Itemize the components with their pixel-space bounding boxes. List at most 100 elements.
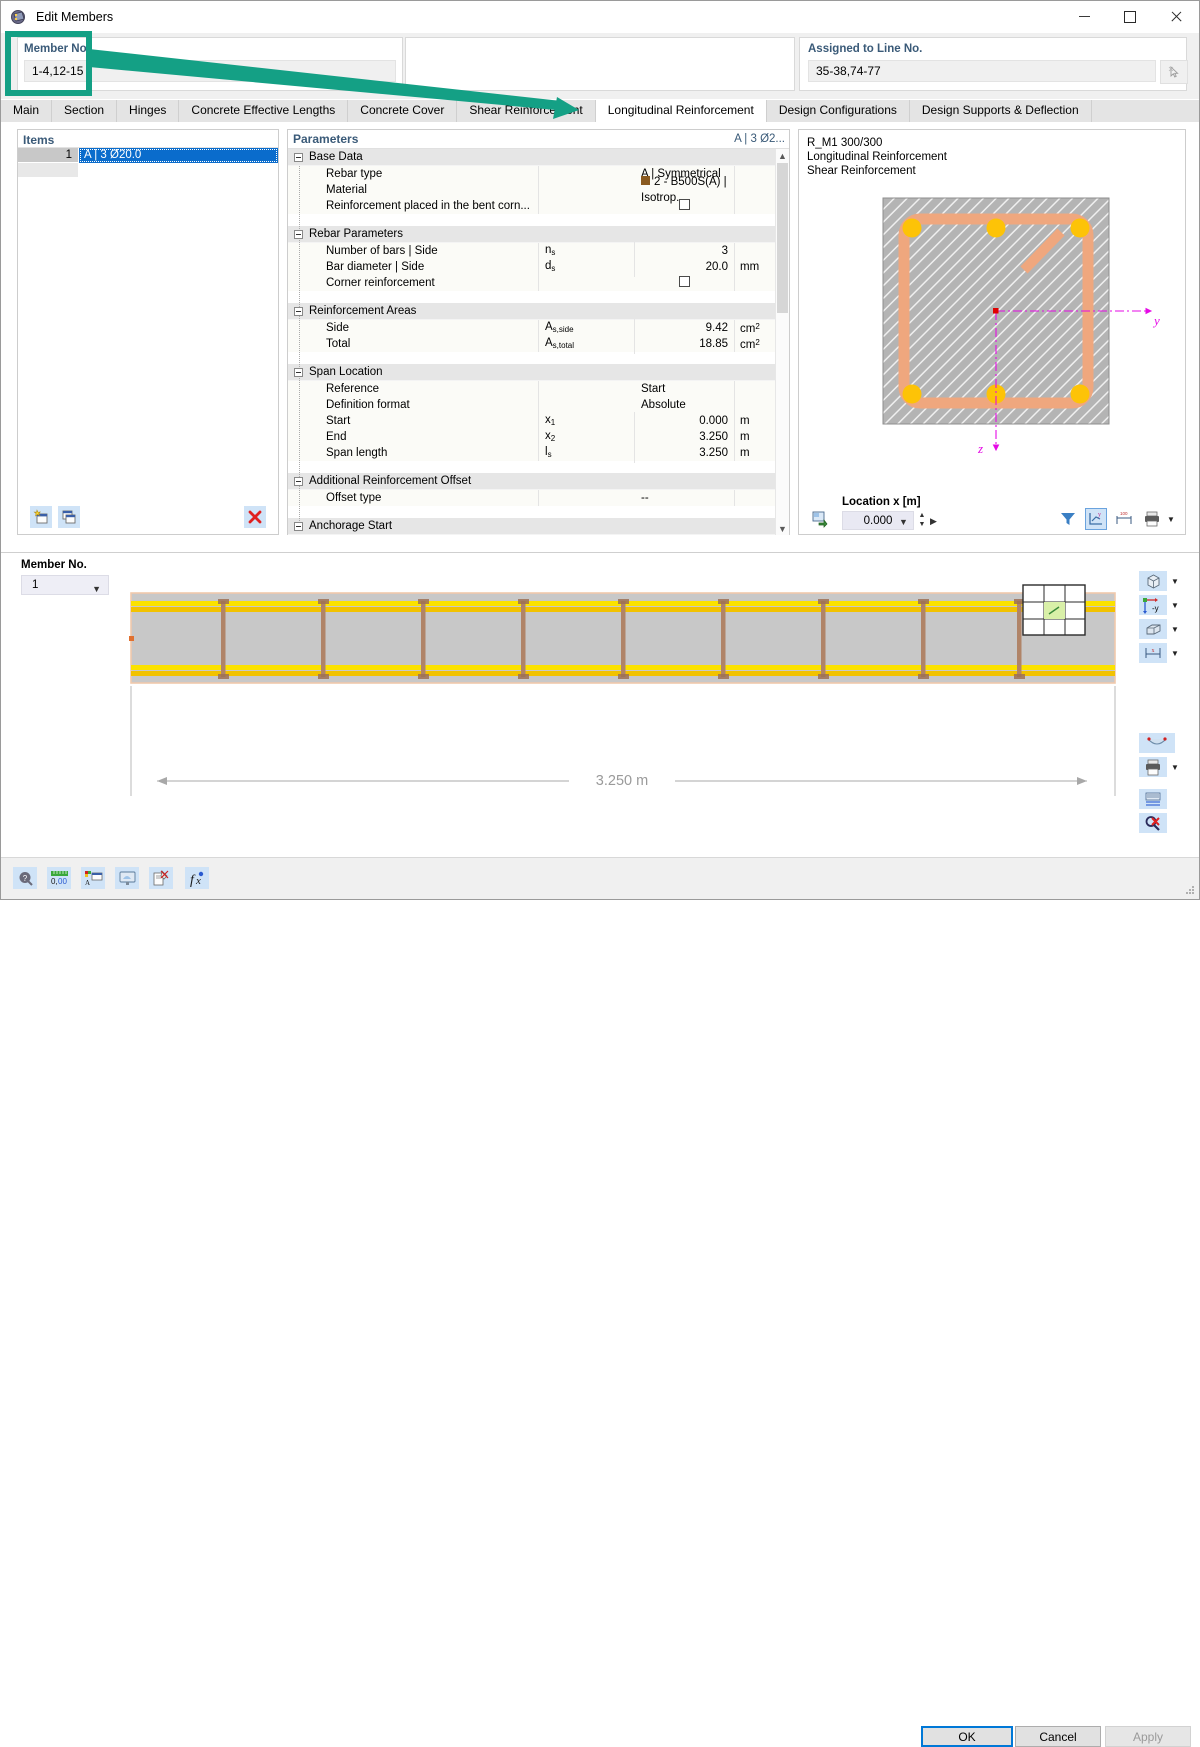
row-symbol: ds [539, 258, 635, 277]
table-row-empty[interactable] [18, 163, 278, 178]
cancel-button[interactable]: Cancel [1015, 1726, 1101, 1747]
tab-concrete-effective-lengths[interactable]: Concrete Effective Lengths [179, 100, 348, 122]
collapse-icon[interactable] [294, 153, 303, 162]
member-3d-viewport[interactable]: 3.250 m [129, 581, 1119, 853]
table-row[interactable]: 1 A | 3 Ø20.0 [18, 148, 278, 163]
help-icon: ? [17, 870, 34, 887]
delete-item-button[interactable] [244, 506, 266, 528]
new-item-icon [33, 509, 49, 525]
units-button[interactable]: 0, 00 [47, 867, 71, 889]
cross-section-canvas[interactable]: y z [799, 178, 1185, 468]
chevron-down-icon[interactable]: ▼ [899, 517, 908, 527]
parameters-title: Parameters [293, 132, 358, 146]
parameters-scrollbar[interactable]: ▲ ▼ [775, 149, 789, 535]
scroll-down-icon[interactable]: ▼ [776, 522, 789, 535]
tab-design-configurations[interactable]: Design Configurations [767, 100, 910, 122]
row-value: Absolute [635, 397, 735, 413]
resize-grip[interactable] [1185, 886, 1195, 896]
assigned-line-field[interactable]: 35-38,74-77 [808, 60, 1156, 82]
group-base-data[interactable]: Base Data [288, 149, 789, 166]
supports-view-button[interactable] [1139, 733, 1175, 753]
row-span-length[interactable]: Span length ls 3.250 m [288, 445, 789, 461]
row-corner-reinforcement[interactable]: Corner reinforcement [288, 275, 789, 291]
member-no-field[interactable]: 1-4,12-15 [24, 60, 396, 82]
maximize-button[interactable] [1107, 1, 1153, 32]
scrollbar-thumb[interactable] [777, 163, 788, 313]
checkbox-corner-reinforcement[interactable] [679, 276, 690, 287]
tab-longitudinal-reinforcement[interactable]: Longitudinal Reinforcement [596, 100, 767, 122]
display-properties-button[interactable]: A [81, 867, 105, 889]
row-offset-type[interactable]: Offset type -- [288, 490, 789, 506]
checkbox-bent-corner[interactable] [679, 199, 690, 210]
item-description-empty [79, 163, 278, 178]
chevron-down-icon[interactable]: ▼ [1167, 577, 1183, 586]
collapse-icon[interactable] [294, 477, 303, 486]
dimensions-button[interactable]: 100 [1113, 508, 1135, 530]
axis-view-button[interactable]: -y [1139, 595, 1167, 615]
comment-button[interactable] [149, 867, 173, 889]
print-button[interactable] [1141, 508, 1163, 530]
tab-hinges[interactable]: Hinges [117, 100, 179, 122]
render-view-button[interactable] [1139, 619, 1167, 639]
scroll-up-icon[interactable]: ▲ [776, 149, 789, 162]
group-rebar-parameters[interactable]: Rebar Parameters [288, 226, 789, 243]
group-label: Reinforcement Areas [309, 305, 416, 317]
svg-text:x: x [1152, 648, 1155, 654]
tab-main[interactable]: Main [1, 100, 52, 122]
svg-text:100: 100 [1120, 511, 1128, 516]
tab-concrete-cover[interactable]: Concrete Cover [348, 100, 457, 122]
print-dropdown-caret[interactable]: ▼ [1165, 508, 1177, 530]
row-area-total[interactable]: Total As,total 18.85 cm2 [288, 336, 789, 352]
isometric-view-button[interactable] [1139, 571, 1167, 591]
location-next-icon[interactable]: ▶ [930, 516, 937, 527]
info-view-button[interactable] [1139, 789, 1167, 809]
group-anchorage-start[interactable]: Anchorage Start [288, 518, 789, 535]
group-span-location[interactable]: Span Location [288, 364, 789, 381]
coordinate-system-button[interactable]: y [1085, 508, 1107, 530]
zoom-reset-button[interactable] [1139, 813, 1167, 833]
dimension-view-button[interactable]: x [1139, 643, 1167, 663]
chevron-down-icon[interactable]: ▼ [1167, 763, 1183, 772]
chevron-down-icon[interactable]: ▼ [1167, 649, 1183, 658]
svg-text:-y: -y [1152, 604, 1159, 613]
render-mode-button[interactable] [809, 508, 831, 530]
row-label: Rebar type [288, 166, 539, 182]
formula-button[interactable]: f x [185, 867, 209, 889]
row-value: 3.250 [635, 445, 735, 461]
location-x-stepper[interactable]: ▲▼ [916, 511, 928, 530]
minimize-button[interactable] [1061, 1, 1107, 32]
tab-shear-reinforcement[interactable]: Shear Reinforcement [457, 100, 595, 122]
help-button[interactable]: ? [13, 867, 37, 889]
collapse-icon[interactable] [294, 368, 303, 377]
chevron-down-icon[interactable]: ▼ [1167, 601, 1183, 610]
row-value: -- [635, 490, 735, 506]
member-no-select[interactable]: 1 ▼ [21, 575, 109, 595]
row-bent-corner[interactable]: Reinforcement placed in the bent corn... [288, 198, 789, 214]
new-item-button[interactable] [30, 506, 52, 528]
ok-button[interactable]: OK [921, 1726, 1013, 1747]
print-view-button[interactable] [1139, 757, 1167, 777]
collapse-icon[interactable] [294, 307, 303, 316]
visual-button[interactable] [115, 867, 139, 889]
group-additional-reinforcement-offset[interactable]: Additional Reinforcement Offset [288, 473, 789, 490]
row-label: Total [288, 336, 539, 352]
group-reinforcement-areas[interactable]: Reinforcement Areas [288, 303, 789, 320]
collapse-icon[interactable] [294, 522, 303, 531]
pick-line-button[interactable] [1160, 60, 1188, 84]
row-material[interactable]: Material 2 - B500S(A) | Isotrop... [288, 182, 789, 198]
dimensions-icon: 100 [1115, 510, 1133, 528]
svg-text:?: ? [22, 874, 27, 883]
tab-section[interactable]: Section [52, 100, 117, 122]
row-bar-diameter[interactable]: Bar diameter | Side ds 20.0 mm [288, 259, 789, 275]
tab-design-supports-deflection[interactable]: Design Supports & Deflection [910, 100, 1092, 122]
row-reference[interactable]: Reference Start [288, 381, 789, 397]
svg-text:A: A [85, 879, 90, 887]
filter-button[interactable] [1057, 508, 1079, 530]
supports-view-icon [1145, 735, 1169, 751]
close-button[interactable] [1153, 1, 1199, 32]
main-panes: Items 1 A | 3 Ø20.0 [1, 122, 1199, 550]
collapse-icon[interactable] [294, 230, 303, 239]
chevron-down-icon[interactable]: ▼ [1167, 625, 1183, 634]
row-value [635, 275, 735, 291]
duplicate-item-button[interactable] [58, 506, 80, 528]
